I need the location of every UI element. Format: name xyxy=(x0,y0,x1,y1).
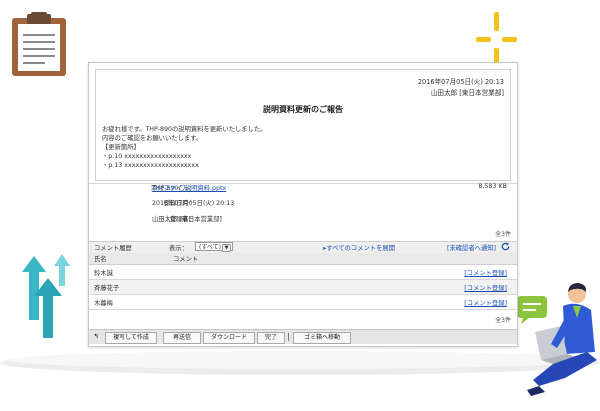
move-to-trash-button[interactable]: ゴミ箱へ移動 xyxy=(293,332,351,344)
registered-date-row: 登録日時： 2016年07月05日(火) 20:13 xyxy=(89,198,517,210)
download-button[interactable]: ダウンロード xyxy=(203,332,255,344)
resend-button[interactable]: 再送信 xyxy=(163,332,201,344)
filter-label: 表示： xyxy=(169,245,188,252)
attachment-row: 添付ファイル： THP-890ご説明資料.pptx 8,583 KB xyxy=(89,183,517,195)
commenter-name: 斉藤花子 xyxy=(94,285,120,292)
clipboard-icon xyxy=(10,12,68,82)
column-comment: コメント xyxy=(173,256,199,263)
registered-date-value: 2016年07月05日(火) 20:13 xyxy=(152,200,235,207)
comment-count: 全3件 xyxy=(495,317,511,324)
copy-create-button[interactable]: 複写して作成 xyxy=(105,332,157,344)
message-author: 山田太郎 [東日本営業部] xyxy=(430,89,504,97)
comment-table-header: 氏名 コメント xyxy=(89,253,517,265)
message-body-box: 2016年07月05日(火) 20:13 山田太郎 [東日本営業部] 説明資料更… xyxy=(95,69,511,181)
done-button[interactable]: 完了 xyxy=(257,332,285,344)
comment-register-link[interactable]: [コメント登録] xyxy=(464,298,507,307)
commenter-name: 木暮梅 xyxy=(94,300,113,307)
message-line: ・p.13 xxxxxxxxxxxxxxxxxxxx xyxy=(102,162,199,169)
message-detail-panel: 2016年07月05日(火) 20:13 山田太郎 [東日本営業部] 説明資料更… xyxy=(88,62,518,347)
attachment-file-link[interactable]: THP-890ご説明資料.pptx xyxy=(152,183,226,192)
message-text: お疲れ様です。THP-890の説明資料を更新いたしました。 内容のご確認をお願い… xyxy=(102,125,266,170)
table-row: 鈴木誠 [コメント登録] xyxy=(89,265,517,280)
chevron-down-icon: ▼ xyxy=(222,244,231,252)
message-date: 2016年07月05日(火) 20:13 xyxy=(417,78,504,86)
back-icon[interactable]: ↰ xyxy=(92,332,100,342)
table-row: 木暮梅 [コメント登録] xyxy=(89,295,517,310)
table-row: 斉藤花子 [コメント登録] xyxy=(89,280,517,295)
message-title: 説明資料更新のご報告 xyxy=(263,105,343,114)
action-toolbar: ↰ 複写して作成 再送信 ダウンロード 完了 ゴミ箱へ移動 xyxy=(89,329,517,344)
person-with-laptop-illustration xyxy=(505,282,600,411)
comment-history-title: コメント履歴 xyxy=(94,245,132,252)
message-line: 【更新箇所】 xyxy=(102,144,140,151)
expand-all-comments-link[interactable]: ▸すべてのコメントを展開 xyxy=(323,243,395,252)
filter-select[interactable]: (すべて) ▼ xyxy=(195,242,233,252)
toolbar-separator xyxy=(288,333,289,341)
message-line: お疲れ様です。THP-890の説明資料を更新いたしました。 xyxy=(102,126,267,133)
comment-register-link[interactable]: [コメント登録] xyxy=(464,283,507,292)
message-line: ・p.10 xxxxxxxxxxxxxxxxxx xyxy=(102,153,192,160)
upload-arrows-icon xyxy=(20,250,76,342)
comment-register-link[interactable]: [コメント登録] xyxy=(464,268,507,277)
attachment-size: 8,583 KB xyxy=(478,183,507,190)
registrant-value: 山田太郎 [東日本営業部] xyxy=(152,216,222,223)
message-line: 内容のご確認をお願いいたします。 xyxy=(102,135,203,142)
notify-unconfirmed-link[interactable]: [未確認者へ通知] xyxy=(447,243,496,252)
refresh-icon[interactable] xyxy=(501,242,510,251)
attachment-count: 全3件 xyxy=(495,231,511,238)
commenter-name: 鈴木誠 xyxy=(94,270,113,277)
column-name: 氏名 xyxy=(94,256,107,263)
registrant-row: 登録者： 山田太郎 [東日本営業部] xyxy=(89,214,517,226)
